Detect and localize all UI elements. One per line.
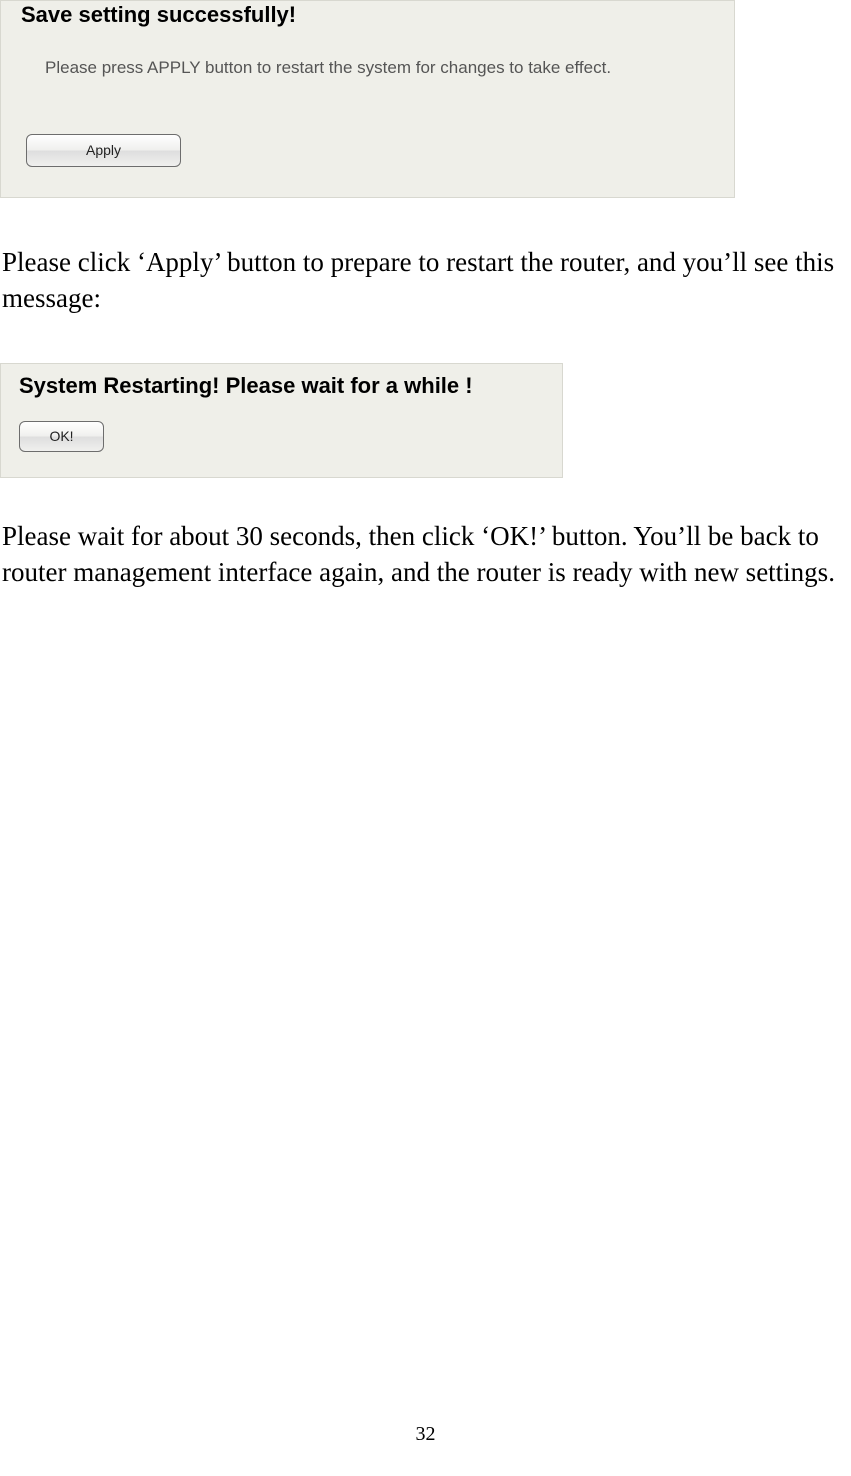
panel-heading: Save setting successfully! [1, 1, 734, 28]
panel-heading: System Restarting! Please wait for a whi… [1, 364, 562, 399]
page-number: 32 [0, 1423, 851, 1446]
save-settings-panel: Save setting successfully! Please press … [0, 0, 735, 198]
ok-button[interactable]: OK! [19, 421, 104, 452]
restarting-panel: System Restarting! Please wait for a whi… [0, 363, 563, 478]
body-paragraph-2: Please wait for about 30 seconds, then c… [0, 478, 851, 591]
panel-instruction: Please press APPLY button to restart the… [1, 28, 734, 78]
apply-button[interactable]: Apply [26, 134, 181, 167]
body-paragraph-1: Please click ‘Apply’ button to prepare t… [0, 198, 851, 317]
